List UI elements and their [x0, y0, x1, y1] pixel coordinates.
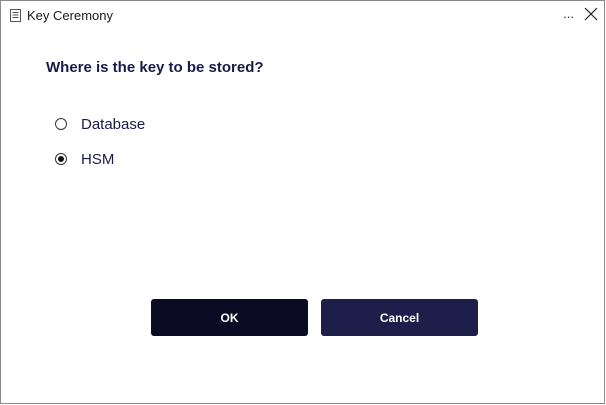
document-icon: [10, 9, 21, 22]
window-title: Key Ceremony: [27, 8, 113, 23]
ok-button[interactable]: OK: [151, 299, 308, 336]
title-bar: Key Ceremony ...: [1, 1, 604, 31]
option-label: Database: [81, 115, 146, 133]
option-hsm[interactable]: HSM: [55, 149, 114, 169]
hsm-radio[interactable]: [55, 153, 67, 165]
key-ceremony-window: Key Ceremony ... Where is the key to be …: [0, 0, 605, 404]
cancel-button[interactable]: Cancel: [321, 299, 478, 336]
storage-question: Where is the key to be stored?: [46, 59, 264, 76]
option-label: HSM: [81, 150, 115, 168]
database-radio[interactable]: [55, 118, 67, 130]
close-icon[interactable]: [582, 5, 600, 23]
option-database[interactable]: Database: [55, 114, 145, 134]
more-options-button[interactable]: ...: [563, 6, 574, 21]
